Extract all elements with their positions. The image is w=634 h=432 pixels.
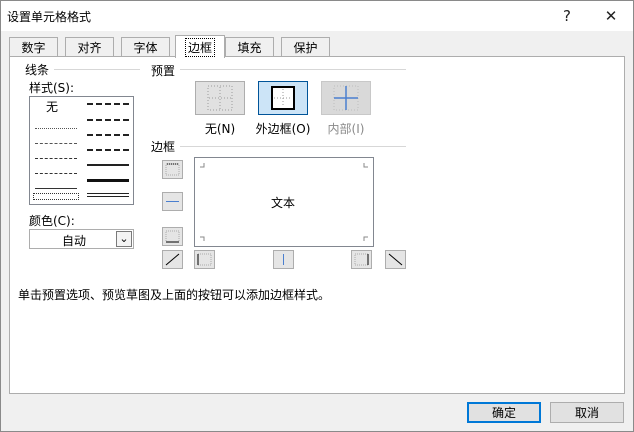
preset-inside-icon (333, 85, 359, 111)
dropdown-button[interactable]: ⌄ (116, 231, 132, 247)
border-inside-vertical-button[interactable] (273, 250, 294, 269)
dialog-title: 设置单元格格式 (7, 10, 92, 24)
tab-label: 对齐 (77, 40, 102, 55)
preview-text: 文本 (271, 196, 296, 210)
line-style-dash-dot-dot[interactable] (35, 158, 77, 159)
tab-label: 填充 (237, 40, 262, 55)
border-tab-panel: 线条 样式(S): 无 颜色(C): 自动 ⌄ 预置 无(N) 外边框(O) 内… (9, 56, 625, 394)
help-button[interactable]: ? (547, 1, 587, 31)
tab-label: 边框 (184, 37, 215, 57)
border-bottom-button[interactable] (162, 227, 183, 246)
hint-text: 单击预置选项、预览草图及上面的按钮可以添加边框样式。 (18, 288, 331, 302)
border-inside-horizontal-icon (166, 201, 179, 202)
color-label: 颜色(C): (29, 214, 75, 228)
close-icon: ✕ (604, 7, 618, 25)
line-style-double[interactable] (87, 193, 129, 197)
border-diagonal-up-button[interactable] (162, 250, 183, 269)
color-select[interactable]: 自动 ⌄ (29, 229, 134, 249)
line-style-dotted[interactable] (35, 143, 77, 144)
preset-none-label: 无(N) (204, 122, 236, 136)
chevron-down-icon: ⌄ (119, 232, 129, 245)
preset-outline-button[interactable] (258, 81, 308, 115)
border-top-button[interactable] (162, 160, 183, 179)
preset-inside-button[interactable] (321, 81, 371, 115)
tab-protection[interactable]: 保护 (281, 37, 330, 56)
border-top-icon (165, 163, 180, 176)
line-style-medium-dash-dot-dot[interactable] (87, 103, 129, 105)
tab-alignment[interactable]: 对齐 (65, 37, 114, 56)
border-preview[interactable]: 文本 (194, 157, 374, 247)
preset-outline-label: 外边框(O) (255, 122, 311, 136)
border-inside-horizontal-button[interactable] (162, 192, 183, 211)
presets-title: 预置 (151, 64, 176, 78)
line-group-title: 线条 (25, 63, 50, 77)
color-value: 自动 (62, 234, 87, 248)
line-style-none[interactable]: 无 (46, 98, 58, 115)
border-divider (180, 146, 406, 147)
border-title: 边框 (151, 140, 176, 154)
line-style-medium-dashed[interactable] (87, 149, 129, 151)
preset-none-button[interactable] (195, 81, 245, 115)
preset-inside-label: 内部(I) (327, 122, 365, 136)
line-style-list[interactable]: 无 (29, 96, 134, 205)
line-group-divider (54, 69, 140, 70)
line-style-medium[interactable] (87, 164, 129, 166)
diagonal-down-icon (388, 253, 403, 266)
preset-outline-icon (271, 86, 295, 110)
border-left-icon (197, 253, 212, 266)
border-diagonal-down-button[interactable] (385, 250, 406, 269)
border-right-button[interactable] (351, 250, 372, 269)
tab-number[interactable]: 数字 (9, 37, 58, 56)
line-style-medium-dash-dot[interactable] (87, 134, 129, 136)
line-style-thick[interactable] (87, 179, 129, 182)
border-inside-vertical-icon (283, 254, 284, 265)
border-bottom-icon (165, 230, 180, 243)
tab-font[interactable]: 字体 (121, 37, 170, 56)
line-style-dash-dot[interactable] (35, 173, 77, 174)
cancel-button[interactable]: 取消 (550, 402, 624, 423)
line-style-slant-dash-dot[interactable] (87, 119, 129, 121)
tab-label: 保护 (293, 40, 318, 55)
help-icon: ? (563, 7, 571, 25)
tab-fill[interactable]: 填充 (225, 37, 274, 56)
cancel-label: 取消 (574, 406, 599, 420)
ok-label: 确定 (491, 406, 516, 420)
tab-label: 字体 (133, 40, 158, 55)
diagonal-up-icon (165, 253, 180, 266)
line-style-hair[interactable] (35, 128, 77, 129)
tab-label: 数字 (21, 40, 46, 55)
preset-none-icon (207, 85, 233, 111)
style-label: 样式(S): (29, 81, 75, 95)
border-left-button[interactable] (194, 250, 215, 269)
format-cells-dialog: 设置单元格格式 ? ✕ 数字 对齐 字体 边框 填充 保护 线条 样式(S): … (0, 0, 634, 432)
tab-border[interactable]: 边框 (175, 35, 225, 58)
border-right-icon (354, 253, 369, 266)
ok-button[interactable]: 确定 (467, 402, 541, 423)
line-style-selected[interactable] (33, 193, 79, 200)
presets-divider (180, 69, 406, 70)
close-button[interactable]: ✕ (591, 1, 631, 31)
title-bar[interactable]: 设置单元格格式 ? ✕ (1, 1, 633, 31)
line-style-thin[interactable] (35, 188, 77, 189)
